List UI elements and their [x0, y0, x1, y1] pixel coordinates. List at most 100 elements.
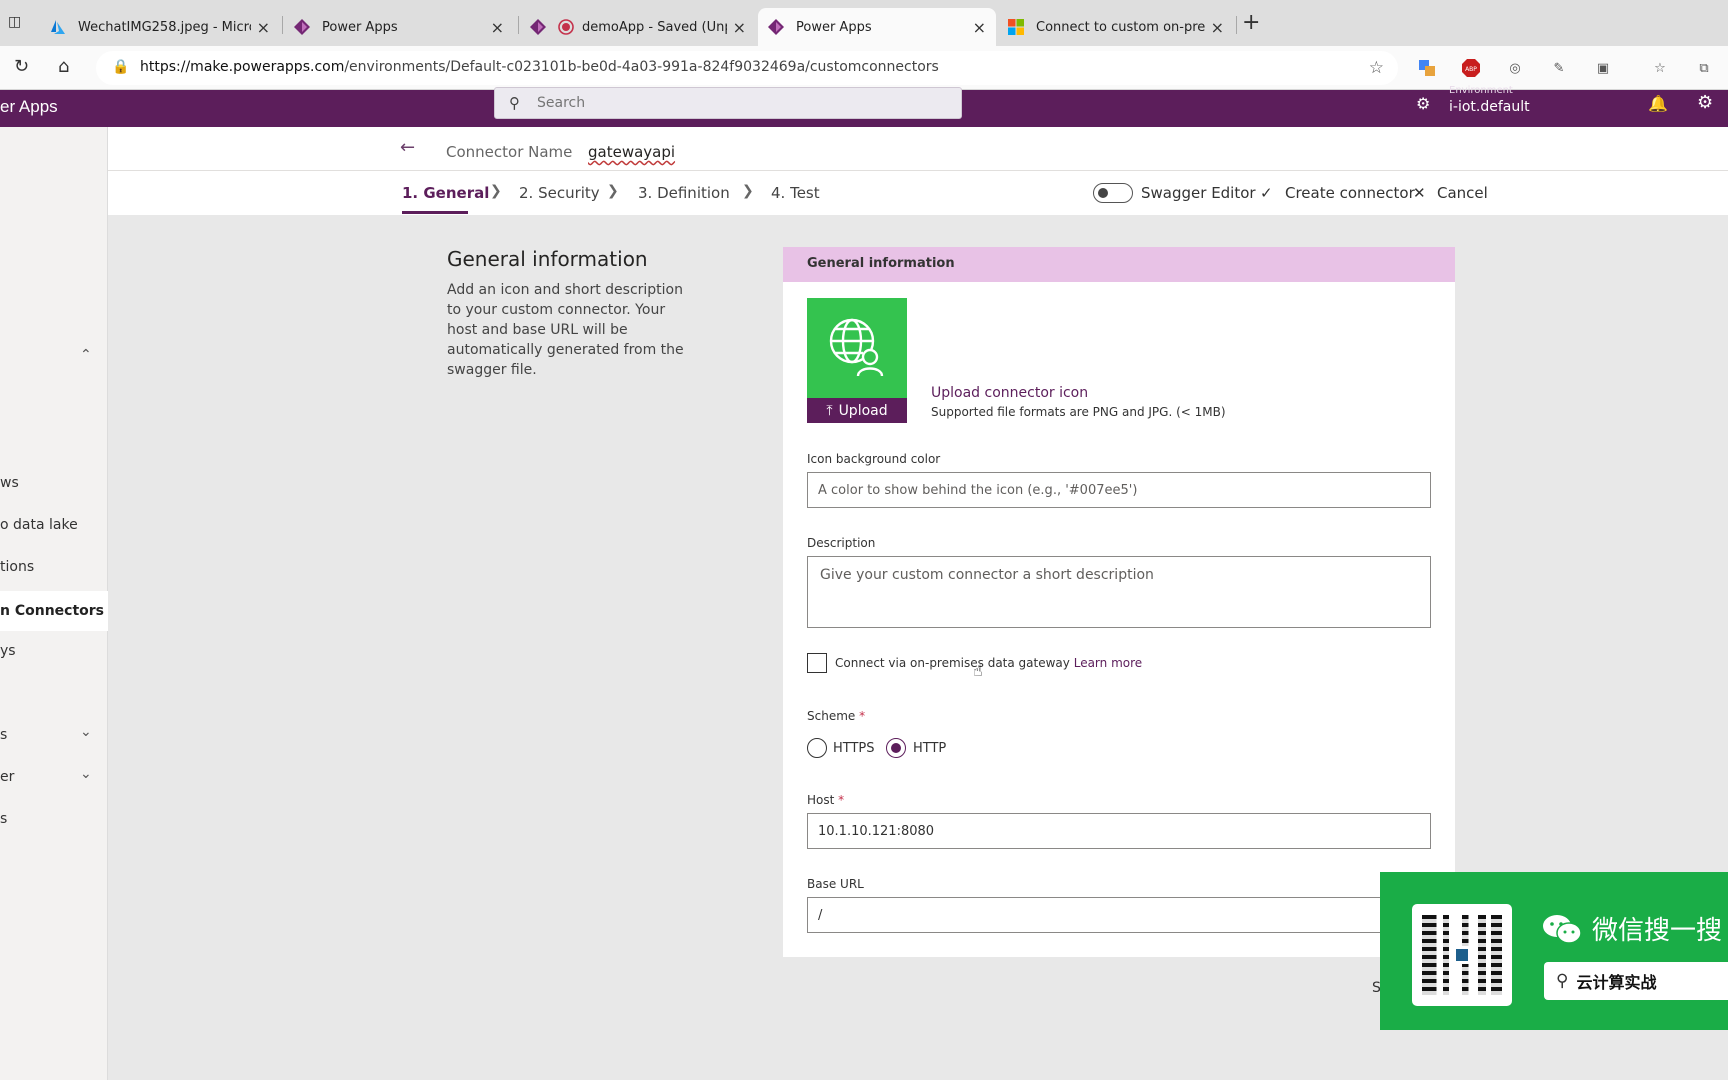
circle-extension-icon[interactable]: ◎ [1505, 58, 1525, 78]
tab-actions-icon[interactable]: ◫ [8, 14, 28, 32]
sidebar-item-group-2[interactable]: er [0, 759, 108, 795]
upload-arrow-icon: ⤒ [826, 402, 833, 419]
sidebar-item-group-1[interactable]: s [0, 717, 108, 753]
scheme-http-radio[interactable] [886, 738, 906, 758]
scheme-https-label: HTTPS [833, 741, 875, 756]
checkmark-icon: ✓ [1260, 184, 1273, 202]
browser-tab-1[interactable]: WechatIMG258.jpeg - Microso × [40, 8, 280, 46]
powerapps-icon [294, 19, 310, 35]
url-text: https://make.powerapps.com/environments/… [140, 59, 939, 75]
connector-header [108, 127, 1728, 171]
home-icon[interactable]: ⌂ [58, 56, 69, 77]
sidebar-item-label: s [0, 727, 8, 743]
tab-general[interactable]: 1. General [402, 184, 489, 202]
host-label-text: Host [807, 793, 835, 807]
upload-button-label: Upload [838, 402, 888, 419]
cancel-button[interactable]: Cancel [1437, 184, 1488, 202]
tab-test[interactable]: 4. Test [771, 184, 820, 202]
scheme-label: Scheme * [807, 709, 865, 723]
sidebar-item-export-data-lake[interactable]: o data lake [0, 507, 108, 543]
tab-divider [282, 16, 283, 34]
icon-bg-color-input[interactable] [807, 472, 1431, 508]
tab-security[interactable]: 2. Security [519, 184, 600, 202]
environment-icon[interactable]: ⚙ [1416, 94, 1430, 113]
gateway-checkbox[interactable] [807, 653, 827, 673]
adblock-extension-icon[interactable]: ABP [1461, 58, 1481, 78]
section-title: General information [447, 247, 648, 271]
sidebar-item-label: er [0, 769, 15, 785]
create-connector-button[interactable]: Create connector [1285, 184, 1415, 202]
scheme-label-text: Scheme [807, 709, 856, 723]
swagger-editor-label[interactable]: Swagger Editor [1141, 184, 1256, 202]
close-icon: ✕ [1413, 184, 1426, 202]
connector-name-label: Connector Name [446, 143, 573, 161]
sidebar-item-group-3[interactable]: s [0, 801, 108, 837]
back-arrow-icon[interactable]: ← [400, 137, 415, 158]
sidebar-item-label: ys [0, 643, 16, 659]
sidebar-item-label: o data lake [0, 517, 78, 533]
description-textarea[interactable] [807, 556, 1431, 628]
search-input[interactable] [537, 93, 937, 113]
close-icon[interactable]: × [733, 18, 746, 37]
url-host: https://make.powerapps.com [140, 59, 345, 75]
scheme-https-radio[interactable] [807, 738, 827, 758]
learn-more-link[interactable]: Learn more [1074, 656, 1142, 670]
description-label: Description [807, 536, 876, 550]
browser-tab-4-active[interactable]: Power Apps × [758, 8, 996, 46]
sidebar-item-custom-connectors[interactable]: n Connectors [0, 591, 108, 631]
collections-icon[interactable]: ⧉ [1694, 58, 1714, 78]
browser-tab-bar: ◫ WechatIMG258.jpeg - Microso × Power Ap… [0, 0, 1728, 46]
microsoft-icon [1008, 19, 1024, 35]
sidebar-item-label: s [0, 811, 8, 827]
browser-tab-3[interactable]: demoApp - Saved (Unpub × [520, 8, 756, 46]
swagger-editor-toggle[interactable] [1093, 183, 1133, 203]
global-search[interactable]: ⚲ [494, 87, 962, 119]
favorites-icon[interactable]: ☆ [1650, 58, 1670, 78]
browser-tab-2[interactable]: Power Apps × [284, 8, 514, 46]
tab-title: demoApp - Saved (Unpub [582, 19, 727, 35]
environment-label: Environment [1449, 85, 1513, 96]
screenshot-extension-icon[interactable]: ▣ [1593, 58, 1613, 78]
azure-icon [50, 19, 66, 35]
close-icon[interactable]: × [257, 18, 270, 37]
wechat-search-box: ⚲ 云计算实战 [1544, 962, 1728, 1000]
close-icon[interactable]: × [1211, 18, 1224, 37]
upload-connector-icon-link[interactable]: Upload connector icon [931, 385, 1088, 401]
browser-tab-5[interactable]: Connect to custom on-premis × [998, 8, 1234, 46]
chevron-down-icon[interactable]: ⌄ [80, 724, 92, 740]
sidebar-item-gateways[interactable]: ys [0, 633, 108, 669]
tab-title: Power Apps [322, 19, 398, 35]
upload-format-hint: Supported file formats are PNG and JPG. … [931, 405, 1226, 419]
base-url-input[interactable] [807, 897, 1431, 933]
url-field[interactable]: 🔒 https://make.powerapps.com/environment… [96, 51, 1398, 85]
chevron-down-icon[interactable]: ⌄ [80, 766, 92, 782]
gear-icon[interactable]: ⚙ [1697, 92, 1713, 113]
new-tab-icon[interactable]: + [1242, 10, 1260, 35]
chevron-right-icon: ❯ [490, 183, 502, 199]
tab-definition[interactable]: 3. Definition [638, 184, 730, 202]
wechat-search-text: 云计算实战 [1576, 973, 1657, 992]
search-icon: ⚲ [1556, 971, 1569, 991]
upload-button[interactable]: ⤒ Upload [807, 398, 907, 423]
chevron-up-icon[interactable]: ⌃ [80, 347, 92, 363]
host-input[interactable] [807, 813, 1431, 849]
pen-extension-icon[interactable]: ✎ [1549, 58, 1569, 78]
tab-title: Power Apps [796, 19, 872, 35]
close-icon[interactable]: × [973, 18, 986, 37]
wechat-icon [1542, 913, 1582, 945]
bell-icon[interactable]: 🔔 [1648, 94, 1668, 113]
app-name[interactable]: er Apps [0, 97, 58, 117]
globe-user-icon [829, 318, 884, 377]
favorite-star-icon[interactable]: ☆ [1369, 58, 1384, 78]
close-icon[interactable]: × [491, 18, 504, 37]
sidebar-item-label: n Connectors [0, 603, 105, 619]
connector-icon-preview [807, 298, 907, 398]
refresh-icon[interactable]: ↻ [14, 56, 29, 77]
connector-name-value[interactable]: gatewayapi [588, 143, 675, 161]
gateway-checkbox-label: Connect via on-premises data gateway Lea… [835, 656, 1142, 670]
translate-extension-icon[interactable] [1417, 58, 1437, 78]
sidebar-item-connections[interactable]: tions [0, 549, 108, 585]
sidebar-item-dataflows[interactable]: ws [0, 465, 108, 501]
icon-bg-color-label: Icon background color [807, 452, 941, 466]
environment-value[interactable]: i-iot.default [1449, 99, 1530, 115]
